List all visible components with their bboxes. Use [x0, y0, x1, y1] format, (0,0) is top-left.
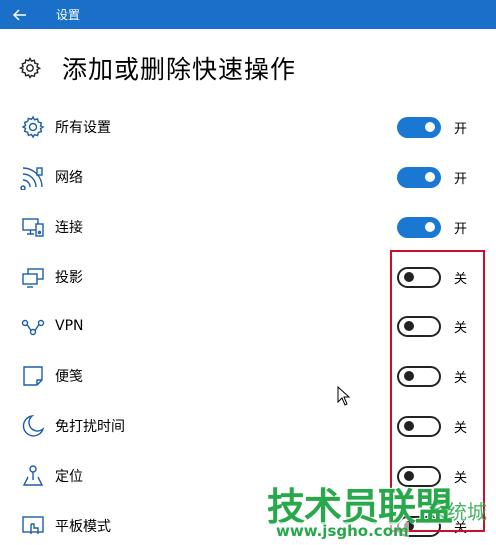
toggle-switch[interactable] — [397, 166, 441, 188]
window-title: 设置 — [56, 8, 81, 22]
connect-icon — [20, 214, 46, 240]
vpn-icon — [20, 313, 46, 339]
list-item-all-settings: 所有设置 开 — [0, 107, 496, 147]
title-bar: 设置 — [0, 0, 496, 29]
page-header: 添加或删除快速操作 — [18, 50, 296, 86]
list-item-connect: 连接 开 — [0, 207, 496, 247]
watermark-url: www.jsgho.com — [276, 522, 409, 540]
gear-icon — [18, 57, 42, 79]
toggle-knob — [425, 122, 435, 132]
item-label: 定位 — [55, 469, 83, 485]
back-button[interactable] — [0, 0, 40, 29]
toggle-switch[interactable] — [397, 216, 441, 238]
toggle-knob — [425, 222, 435, 232]
note-icon — [20, 363, 46, 389]
page-title: 添加或删除快速操作 — [62, 55, 297, 84]
toggle-state: 开 — [454, 171, 468, 187]
item-label: 平板模式 — [55, 519, 111, 535]
project-icon — [20, 264, 46, 290]
watermark-side: 系统城 — [427, 500, 487, 524]
item-label: 连接 — [55, 220, 83, 236]
item-label: 免打扰时间 — [55, 419, 125, 435]
item-label: 投影 — [55, 270, 83, 286]
watermark: 技术员联盟 系统城 www.jsgho.com — [262, 476, 496, 545]
toggle-knob — [425, 172, 435, 182]
moon-icon — [20, 413, 46, 439]
back-arrow-icon — [13, 8, 26, 21]
tablet-mode-icon — [20, 513, 46, 539]
item-label: 网络 — [55, 170, 83, 186]
item-label: 所有设置 — [55, 120, 111, 136]
toggle-switch[interactable] — [397, 116, 441, 138]
item-label: VPN — [55, 318, 84, 334]
mouse-cursor-icon — [337, 386, 351, 406]
toggle-state: 开 — [454, 221, 468, 237]
toggle-state: 开 — [454, 121, 468, 137]
gear-icon — [20, 114, 46, 140]
network-icon — [20, 164, 46, 191]
item-label: 便笺 — [55, 369, 83, 385]
location-icon — [20, 463, 46, 489]
list-item-network: 网络 开 — [0, 157, 496, 197]
